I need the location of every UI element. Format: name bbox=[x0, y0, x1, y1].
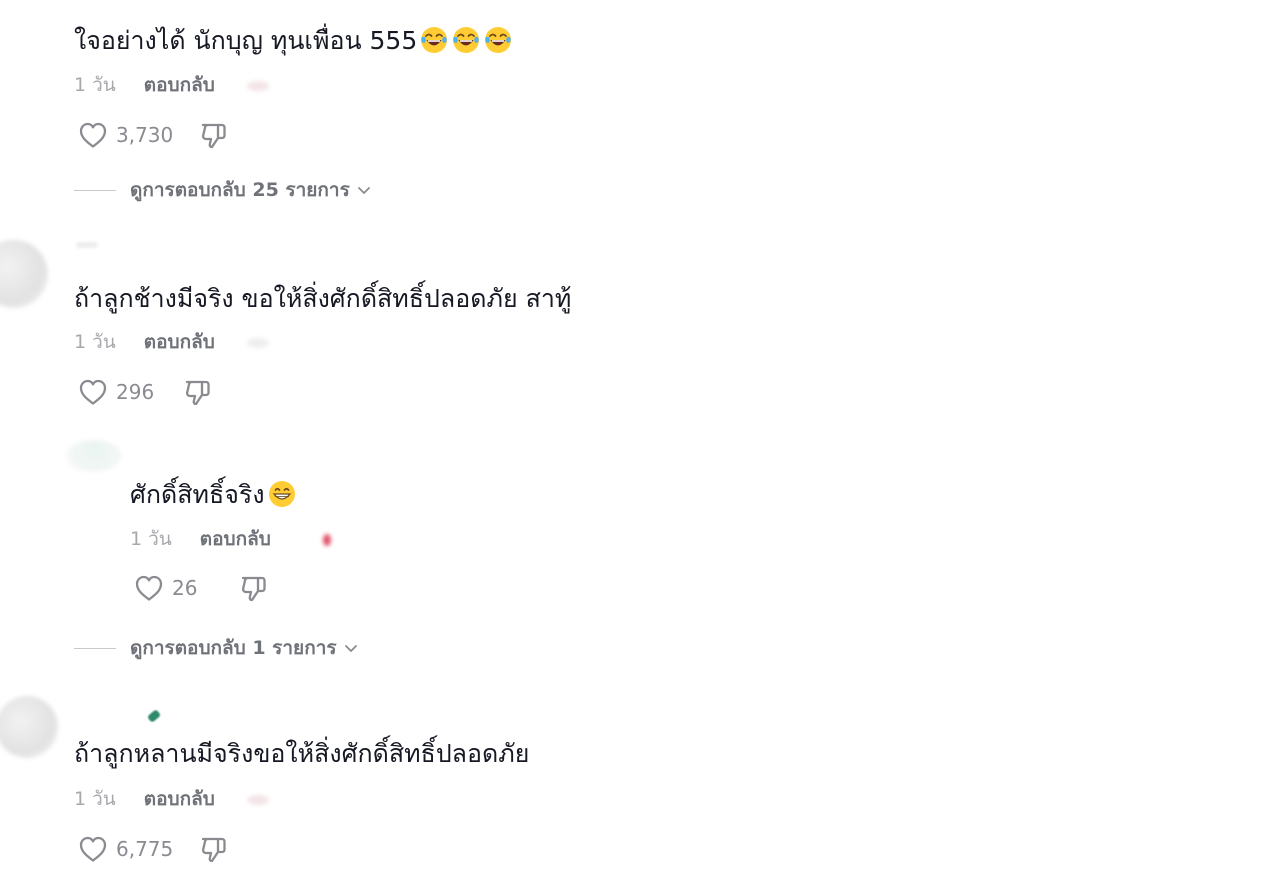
divider-line bbox=[74, 647, 116, 649]
thumbs-down-icon[interactable] bbox=[198, 833, 230, 865]
divider-line bbox=[74, 189, 116, 191]
face-with-tears-of-joy-icon bbox=[419, 25, 449, 55]
comment-text-content: ถ้าลูกช้างมีจริง ขอให้สิ่งศักดิ์สิทธิ์ปล… bbox=[74, 284, 572, 313]
comment-meta: 1 วัน ตอบกลับ bbox=[130, 527, 331, 551]
heart-icon bbox=[78, 121, 108, 149]
comment-text-content: ใจอย่างได้ นักบุญ ทุนเพื่อน 555 bbox=[74, 26, 418, 55]
chevron-down-icon bbox=[343, 640, 359, 656]
like-button[interactable]: 3,730 bbox=[78, 121, 176, 149]
avatar[interactable] bbox=[66, 440, 122, 472]
comment-text-content: ถ้าลูกหลานมีจริงขอให้สิ่งศักดิ์สิทธิ์ปลอ… bbox=[74, 739, 530, 768]
like-count: 3,730 bbox=[116, 123, 174, 147]
reply-button[interactable]: ตอบกลับ bbox=[144, 74, 215, 96]
comment-time: 1 วัน bbox=[74, 74, 116, 96]
comment-meta: 1 วัน ตอบกลับ bbox=[74, 73, 269, 97]
blurred-mark bbox=[246, 80, 269, 91]
reply-button[interactable]: ตอบกลับ bbox=[144, 331, 215, 353]
face-with-tears-of-joy-icon bbox=[483, 25, 513, 55]
comment-actions: 26 bbox=[134, 572, 270, 604]
comment-meta: 1 วัน ตอบกลับ bbox=[74, 330, 269, 354]
username-blurred bbox=[76, 242, 98, 248]
view-replies-label: ดูการตอบกลับ 1 รายการ bbox=[130, 637, 337, 659]
like-button[interactable]: 6,775 bbox=[78, 835, 176, 863]
comment-time: 1 วัน bbox=[74, 331, 116, 353]
heart-icon bbox=[78, 835, 108, 863]
blurred-mark bbox=[322, 533, 331, 546]
heart-icon bbox=[78, 378, 108, 406]
face-with-tears-of-joy-icon bbox=[451, 25, 481, 55]
comment-time: 1 วัน bbox=[74, 788, 116, 810]
view-replies-button[interactable]: ดูการตอบกลับ 1 รายการ bbox=[74, 633, 359, 663]
like-count: 296 bbox=[116, 380, 155, 404]
like-count: 6,775 bbox=[116, 837, 174, 861]
grinning-face-icon bbox=[267, 479, 297, 509]
comment-text: ใจอย่างได้ นักบุญ ทุนเพื่อน 555 bbox=[74, 24, 513, 58]
comment-meta: 1 วัน ตอบกลับ bbox=[74, 787, 269, 811]
comment-actions: 3,730 bbox=[78, 119, 230, 151]
blurred-mark bbox=[246, 794, 269, 805]
view-replies-label: ดูการตอบกลับ 25 รายการ bbox=[130, 179, 350, 201]
heart-icon bbox=[134, 574, 164, 602]
comment-text: ศักดิ์สิทธิ์จริง bbox=[130, 478, 297, 512]
blurred-mark bbox=[246, 337, 269, 348]
chevron-down-icon bbox=[356, 182, 372, 198]
thumbs-down-icon[interactable] bbox=[198, 119, 230, 151]
reply-button[interactable]: ตอบกลับ bbox=[144, 788, 215, 810]
reply-button[interactable]: ตอบกลับ bbox=[200, 528, 271, 550]
comment-time: 1 วัน bbox=[130, 528, 172, 550]
comment-actions: 6,775 bbox=[78, 833, 230, 865]
comment-text: ถ้าลูกช้างมีจริง ขอให้สิ่งศักดิ์สิทธิ์ปล… bbox=[74, 282, 571, 316]
comment-text: ถ้าลูกหลานมีจริงขอให้สิ่งศักดิ์สิทธิ์ปลอ… bbox=[74, 737, 529, 771]
avatar[interactable] bbox=[0, 240, 48, 308]
like-button[interactable]: 26 bbox=[134, 574, 216, 602]
comment-actions: 296 bbox=[78, 376, 214, 408]
thumbs-down-icon[interactable] bbox=[238, 572, 270, 604]
comment-text-content: ศักดิ์สิทธิ์จริง bbox=[130, 480, 265, 509]
username-blurred bbox=[146, 709, 162, 723]
view-replies-button[interactable]: ดูการตอบกลับ 25 รายการ bbox=[74, 175, 372, 205]
like-button[interactable]: 296 bbox=[78, 378, 160, 406]
like-count: 26 bbox=[172, 576, 198, 600]
thumbs-down-icon[interactable] bbox=[182, 376, 214, 408]
avatar[interactable] bbox=[0, 696, 58, 758]
